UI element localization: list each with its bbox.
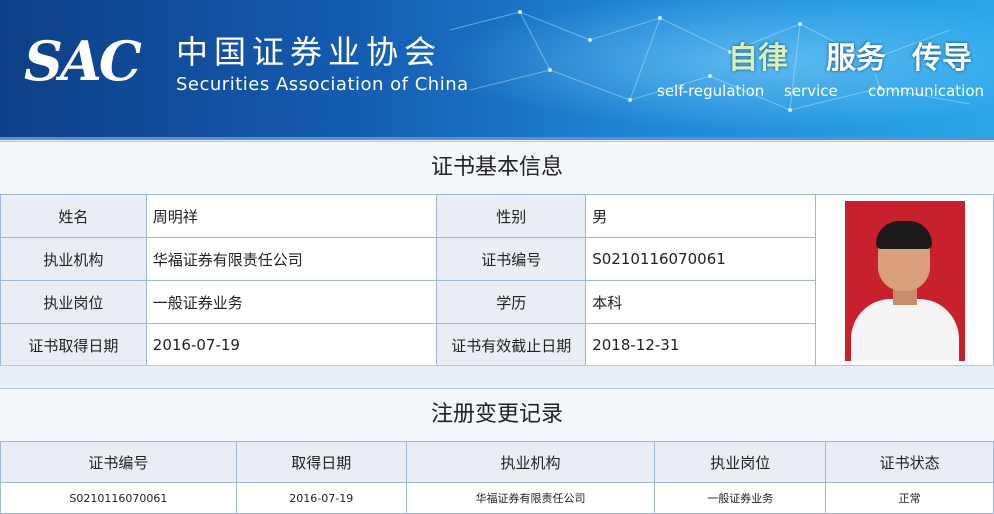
table-row: S0210116070061 2016-07-19 华福证券有限责任公司 一般证… <box>0 482 994 514</box>
value-position: 一般证券业务 <box>145 280 438 324</box>
cell-position: 一般证券业务 <box>654 482 827 514</box>
registration-header-row: 证书编号 取得日期 执业机构 执业岗位 证书状态 <box>0 441 994 483</box>
slogan-self-regulation-zh: 自律 <box>728 41 788 76</box>
cert-info-title: 证书基本信息 <box>0 141 994 195</box>
slogan-service-zh: 服务 <box>826 41 886 76</box>
value-expiry-date: 2018-12-31 <box>585 323 817 367</box>
col-header-position: 执业岗位 <box>654 441 827 483</box>
cert-info-table: 姓名 周明祥 性别 男 执业机构 华福证券有限责任公司 证书编号 S021011… <box>0 194 994 367</box>
label-name: 姓名 <box>0 194 147 238</box>
value-institution: 华福证券有限责任公司 <box>145 237 438 281</box>
network-map-decoration <box>449 10 971 112</box>
photo-cell <box>815 194 994 367</box>
label-gender: 性别 <box>436 194 587 238</box>
label-education: 学历 <box>436 280 587 324</box>
value-gender: 男 <box>585 194 817 238</box>
cell-obtain-date: 2016-07-19 <box>235 482 407 514</box>
slogan-service-en: service <box>784 82 838 100</box>
label-expiry-date: 证书有效截止日期 <box>436 323 587 367</box>
value-obtain-date: 2016-07-19 <box>145 323 438 367</box>
cell-status: 正常 <box>825 482 994 514</box>
label-position: 执业岗位 <box>0 280 147 324</box>
org-name-chinese: 中国证券业协会 <box>176 33 443 71</box>
registration-title: 注册变更记录 <box>0 388 994 442</box>
label-obtain-date: 证书取得日期 <box>0 323 147 367</box>
label-institution: 执业机构 <box>0 237 147 281</box>
header-banner: SAC 中国证券业协会 Securities Association of Ch… <box>0 0 994 137</box>
value-education: 本科 <box>585 280 817 324</box>
slogan-communication-en: communication <box>868 82 985 100</box>
org-name-english: Securities Association of China <box>176 74 469 95</box>
registration-table: 证书编号 取得日期 执业机构 执业岗位 证书状态 S0210116070061 … <box>0 441 994 514</box>
section-spacer <box>0 365 994 388</box>
slogan-communication-zh: 传导 <box>912 41 972 76</box>
col-header-status: 证书状态 <box>825 441 994 483</box>
header-divider <box>0 137 994 140</box>
label-cert-number: 证书编号 <box>436 237 587 281</box>
col-header-institution: 执业机构 <box>405 441 656 483</box>
value-name: 周明祥 <box>145 194 438 238</box>
value-cert-number: S0210116070061 <box>585 237 817 281</box>
id-photo <box>844 200 965 361</box>
sac-logo: SAC <box>24 29 142 93</box>
cert-info-row: 姓名 周明祥 性别 男 <box>0 194 994 367</box>
cell-cert-number: S0210116070061 <box>0 482 237 514</box>
cell-institution: 华福证券有限责任公司 <box>405 482 656 514</box>
slogan-self-regulation-en: self-regulation <box>657 82 765 100</box>
col-header-obtain-date: 取得日期 <box>235 441 407 483</box>
col-header-cert-number: 证书编号 <box>0 441 237 483</box>
